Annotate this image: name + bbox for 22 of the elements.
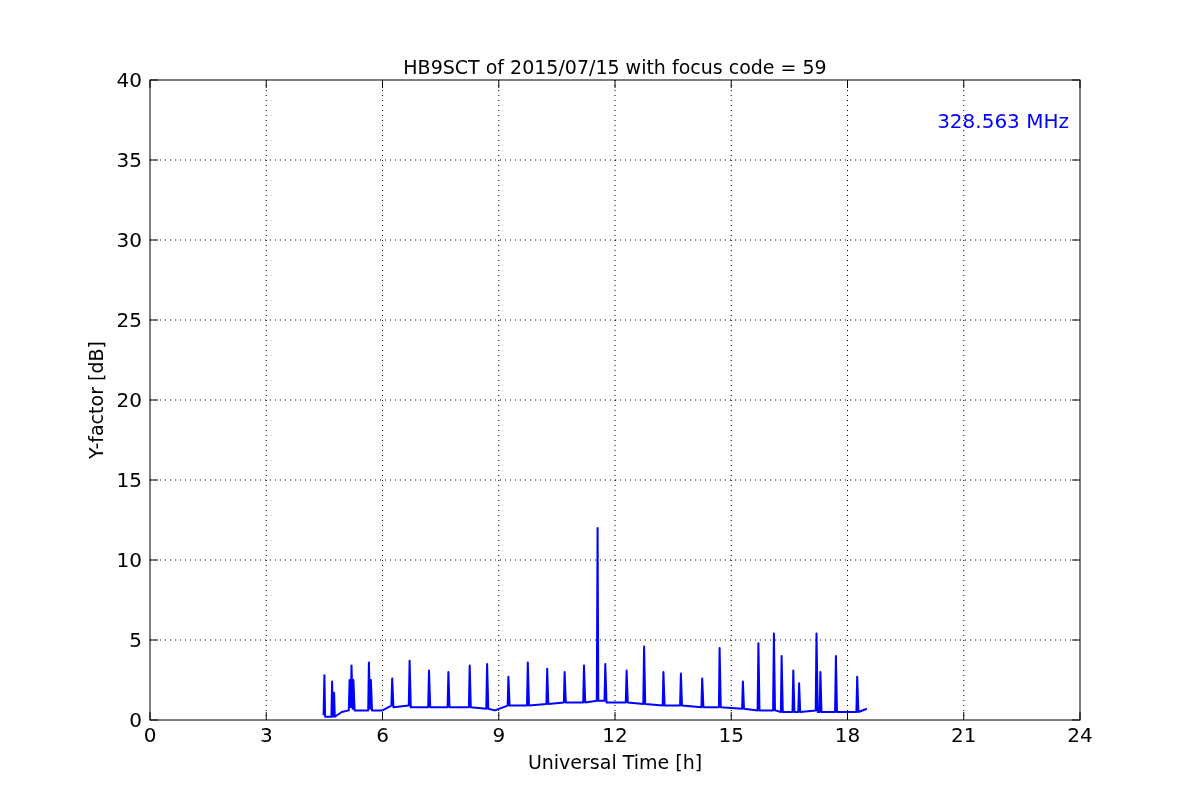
frequency-annotation: 328.563 MHz <box>937 109 1069 133</box>
x-tick-label: 21 <box>951 723 977 747</box>
x-tick-label: 3 <box>259 723 273 747</box>
y-tick-label: 30 <box>116 228 142 252</box>
x-tick-label: 9 <box>492 723 506 747</box>
y-tick-label: 0 <box>129 708 142 732</box>
x-tick-label: 6 <box>376 723 389 747</box>
x-tick-label: 18 <box>834 723 861 747</box>
x-tick-label: 12 <box>602 723 628 747</box>
x-axis-label: Universal Time [h] <box>527 751 703 773</box>
y-tick-label: 40 <box>116 68 142 92</box>
x-tick-label: 0 <box>143 723 157 747</box>
y-tick-label: 20 <box>116 388 142 412</box>
y-tick-label: 5 <box>129 628 142 652</box>
x-tick-label: 15 <box>718 723 744 747</box>
y-axis-label: Y-factor [dB] <box>85 341 107 459</box>
y-tick-label: 10 <box>116 548 142 572</box>
y-tick-label: 25 <box>116 308 142 332</box>
y-tick-label: 35 <box>116 148 142 172</box>
y-tick-label: 15 <box>116 468 142 492</box>
chart-title: HB9SCT of 2015/07/15 with focus code = 59 <box>403 56 827 78</box>
x-tick-label: 24 <box>1067 723 1093 747</box>
